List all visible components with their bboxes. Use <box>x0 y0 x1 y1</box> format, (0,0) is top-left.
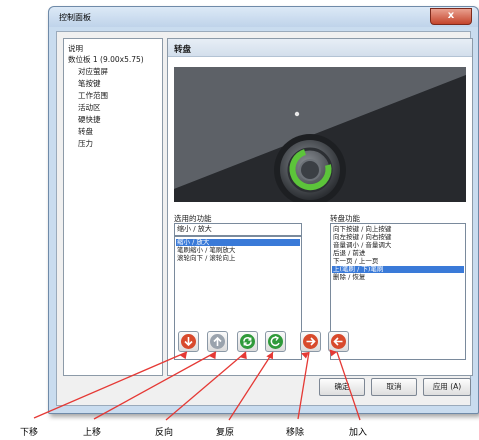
arrow-heads <box>179 349 337 360</box>
arrow-add <box>336 351 361 421</box>
arrow-remove <box>297 351 310 420</box>
caption-reverse: 反向 <box>155 428 174 438</box>
arrow-restore <box>228 351 274 421</box>
arrow-reverse <box>165 351 247 421</box>
caption-remove: 移除 <box>286 428 305 438</box>
caption-add: 加入 <box>349 428 368 438</box>
arrowhead <box>179 352 187 360</box>
caption-move-up: 上移 <box>83 428 102 438</box>
arrowhead <box>239 352 247 360</box>
arrow-move-up <box>93 351 217 420</box>
arrowhead <box>329 349 337 357</box>
arrow-move-down <box>33 351 188 419</box>
caption-restore: 复原 <box>216 428 235 438</box>
caption-move-down: 下移 <box>20 428 39 438</box>
arrowhead <box>209 352 216 360</box>
annotation-arrows <box>33 349 361 421</box>
arrow-lines <box>33 351 361 421</box>
